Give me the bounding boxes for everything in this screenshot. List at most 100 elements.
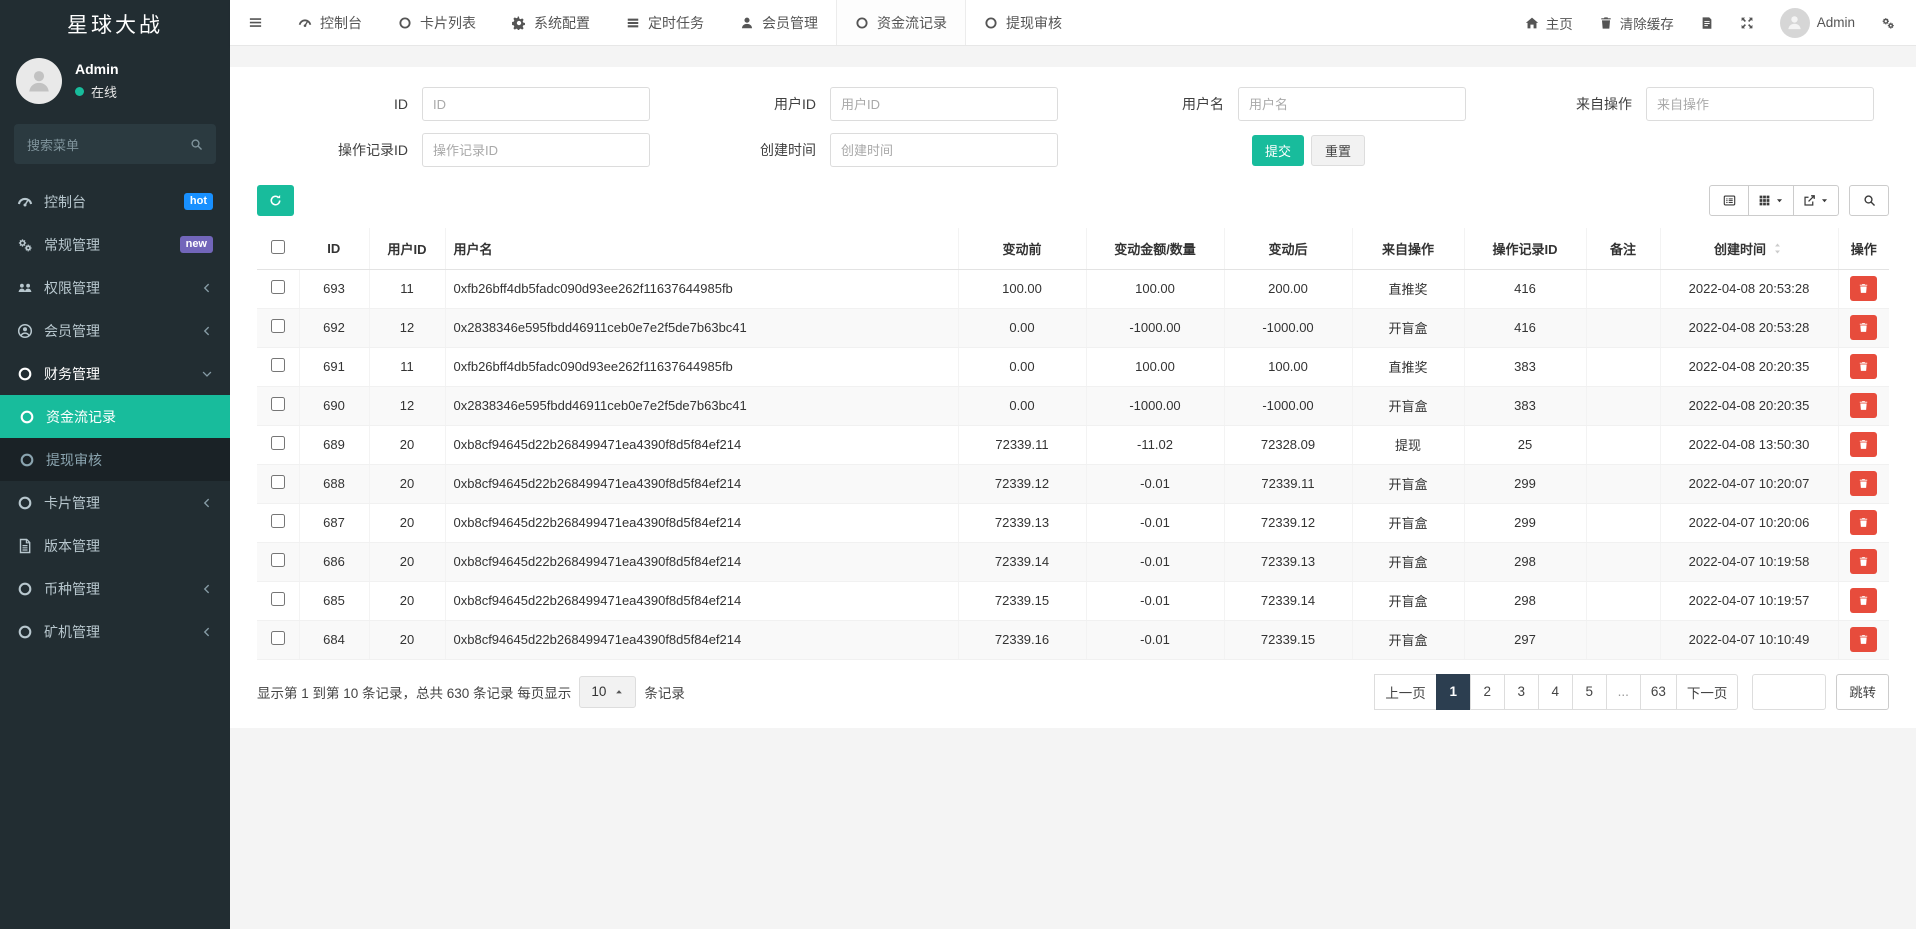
cell-username: 0xb8cf94645d22b268499471ea4390f8d5f84ef2… <box>445 581 958 620</box>
sidebar-item-icon <box>17 237 33 253</box>
row-checkbox[interactable] <box>271 475 285 489</box>
nav-tab[interactable]: 卡片列表 <box>380 0 494 45</box>
refresh-button[interactable] <box>257 185 294 216</box>
delete-button[interactable] <box>1850 432 1877 457</box>
column-header[interactable]: 变动前 <box>958 228 1086 269</box>
delete-button[interactable] <box>1850 510 1877 535</box>
sidebar-toggle-button[interactable] <box>230 0 280 45</box>
cell-remark <box>1586 464 1660 503</box>
row-checkbox[interactable] <box>271 358 285 372</box>
source-field[interactable] <box>1646 87 1874 121</box>
row-checkbox[interactable] <box>271 436 285 450</box>
cell-user-id: 12 <box>369 386 445 425</box>
columns-button[interactable] <box>1748 185 1794 216</box>
home-button[interactable]: 主页 <box>1512 0 1586 46</box>
sidebar-item[interactable]: 财务管理 <box>0 352 230 395</box>
delete-button[interactable] <box>1850 549 1877 574</box>
nav-tab[interactable]: 资金流记录 <box>836 0 966 45</box>
sidebar-item[interactable]: 资金流记录 <box>0 395 230 438</box>
column-header[interactable]: 操作 <box>1838 228 1889 269</box>
nav-tab[interactable]: 定时任务 <box>608 0 722 45</box>
jump-page-input[interactable] <box>1752 674 1826 710</box>
export-button[interactable] <box>1793 185 1839 216</box>
page-size-select[interactable]: 10 <box>579 676 636 708</box>
search-icon <box>190 138 203 151</box>
op-record-id-field[interactable] <box>422 133 650 167</box>
row-checkbox[interactable] <box>271 553 285 567</box>
sidebar-item[interactable]: 卡片管理 <box>0 481 230 524</box>
cell-source: 直推奖 <box>1352 269 1464 308</box>
tab-icon <box>740 16 754 30</box>
sidebar-item[interactable]: 权限管理 <box>0 266 230 309</box>
nav-tab[interactable]: 提现审核 <box>966 0 1080 45</box>
delete-button[interactable] <box>1850 315 1877 340</box>
sidebar-item[interactable]: 币种管理 <box>0 567 230 610</box>
fullscreen-button[interactable] <box>1727 0 1767 46</box>
sidebar-item[interactable]: 常规管理 new <box>0 223 230 266</box>
reset-button[interactable]: 重置 <box>1311 135 1365 166</box>
page-button[interactable]: 4 <box>1538 674 1573 710</box>
cell-amount: 100.00 <box>1086 347 1224 386</box>
column-header[interactable]: ID <box>299 228 369 269</box>
cell-after: 72339.14 <box>1224 581 1352 620</box>
column-header[interactable]: 用户ID <box>369 228 445 269</box>
row-checkbox[interactable] <box>271 631 285 645</box>
delete-button[interactable] <box>1850 276 1877 301</box>
submit-button[interactable]: 提交 <box>1252 135 1304 166</box>
column-header[interactable]: 变动金额/数量 <box>1086 228 1224 269</box>
sidebar-item-label: 提现审核 <box>46 450 213 470</box>
row-checkbox[interactable] <box>271 514 285 528</box>
chevron-icon <box>201 626 213 638</box>
settings-button[interactable] <box>1868 0 1908 46</box>
cell-remark <box>1586 269 1660 308</box>
user-menu[interactable]: Admin <box>1767 0 1868 46</box>
column-header[interactable]: 用户名 <box>445 228 958 269</box>
column-header[interactable]: 备注 <box>1586 228 1660 269</box>
page-button[interactable]: 下一页 <box>1676 674 1739 710</box>
sidebar-item[interactable]: 矿机管理 <box>0 610 230 653</box>
id-field[interactable] <box>422 87 650 121</box>
sidebar-item[interactable]: 控制台 hot <box>0 180 230 223</box>
cell-username: 0x2838346e595fbdd46911ceb0e7e2f5de7b63bc… <box>445 386 958 425</box>
filter-field-user-id: 用户ID <box>665 87 1073 121</box>
table-search-button[interactable] <box>1849 185 1889 216</box>
sidebar-item[interactable]: 提现审核 <box>0 438 230 481</box>
nav-tab[interactable]: 控制台 <box>280 0 380 45</box>
delete-button[interactable] <box>1850 393 1877 418</box>
row-checkbox[interactable] <box>271 280 285 294</box>
create-time-field[interactable] <box>830 133 1058 167</box>
page-button[interactable]: 上一页 <box>1374 674 1437 710</box>
sidebar-item[interactable]: 版本管理 <box>0 524 230 567</box>
username-field[interactable] <box>1238 87 1466 121</box>
detail-view-button[interactable] <box>1709 185 1749 216</box>
sort-icon[interactable] <box>1771 242 1784 255</box>
main-area: 控制台 卡片列表 系统配置 定时任务 <box>230 0 1916 929</box>
page-button[interactable]: 1 <box>1436 674 1471 710</box>
page-button[interactable]: ... <box>1606 674 1641 710</box>
row-checkbox[interactable] <box>271 319 285 333</box>
page-button[interactable]: 63 <box>1640 674 1677 710</box>
page-button[interactable]: 3 <box>1504 674 1539 710</box>
select-all-checkbox[interactable] <box>271 240 285 254</box>
column-header[interactable]: 创建时间 <box>1660 228 1838 269</box>
nav-tab[interactable]: 系统配置 <box>494 0 608 45</box>
jump-button[interactable]: 跳转 <box>1836 674 1889 710</box>
delete-button[interactable] <box>1850 627 1877 652</box>
nav-tab[interactable]: 会员管理 <box>722 0 836 45</box>
column-header[interactable]: 操作记录ID <box>1464 228 1586 269</box>
delete-button[interactable] <box>1850 471 1877 496</box>
cell-actions <box>1838 308 1889 347</box>
language-button[interactable] <box>1687 0 1727 46</box>
page-button[interactable]: 2 <box>1470 674 1505 710</box>
row-checkbox[interactable] <box>271 397 285 411</box>
row-checkbox[interactable] <box>271 592 285 606</box>
sidebar-item[interactable]: 会员管理 <box>0 309 230 352</box>
delete-button[interactable] <box>1850 588 1877 613</box>
page-button[interactable]: 5 <box>1572 674 1607 710</box>
delete-button[interactable] <box>1850 354 1877 379</box>
clear-cache-button[interactable]: 清除缓存 <box>1586 0 1687 46</box>
menu-search-input[interactable]: 搜索菜单 <box>14 124 216 164</box>
user-id-field[interactable] <box>830 87 1058 121</box>
column-header[interactable]: 来自操作 <box>1352 228 1464 269</box>
column-header[interactable]: 变动后 <box>1224 228 1352 269</box>
